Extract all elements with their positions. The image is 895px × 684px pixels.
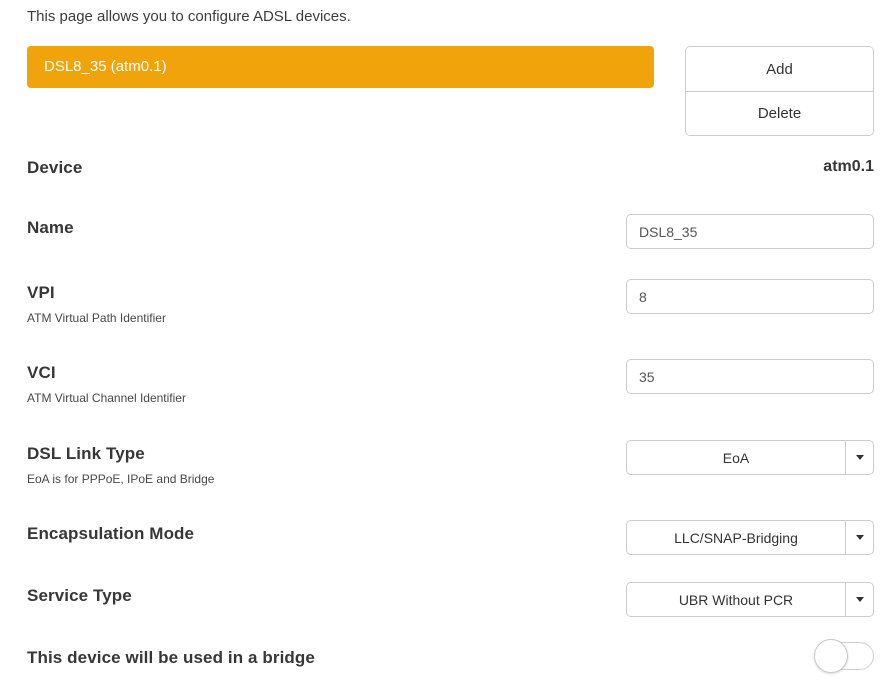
dsl-link-type-selected-value: EoA [627, 441, 845, 474]
device-control-col: atm0.1 [626, 158, 874, 176]
vpi-label-col: VPI ATM Virtual Path Identifier [27, 279, 166, 325]
caret-down-icon[interactable] [845, 441, 873, 474]
vci-help-text: ATM Virtual Channel Identifier [27, 391, 186, 405]
vpi-label: VPI [27, 283, 166, 303]
selected-device-button[interactable]: DSL8_35 (atm0.1) [27, 46, 654, 88]
vpi-control-col [626, 279, 874, 314]
dsl-link-type-help-text: EoA is for PPPoE, IPoE and Bridge [27, 472, 214, 486]
vci-label: VCI [27, 363, 186, 383]
vci-control-col [626, 359, 874, 394]
add-button[interactable]: Add [686, 47, 873, 91]
vci-label-col: VCI ATM Virtual Channel Identifier [27, 359, 186, 405]
adsl-config-page: This page allows you to configure ADSL d… [0, 0, 895, 670]
device-label: Device [27, 158, 82, 178]
dsl-link-type-label-col: DSL Link Type EoA is for PPPoE, IPoE and… [27, 440, 214, 486]
bridge-row: This device will be used in a bridge [27, 644, 874, 670]
caret-down-icon[interactable] [845, 583, 873, 616]
service-type-control-col: UBR Without PCR [626, 582, 874, 617]
vci-input[interactable] [626, 359, 874, 394]
encapsulation-mode-label-col: Encapsulation Mode [27, 520, 194, 544]
name-input[interactable] [626, 214, 874, 249]
name-row: Name [27, 214, 874, 249]
service-type-label: Service Type [27, 586, 132, 606]
device-value: atm0.1 [823, 158, 874, 176]
toggle-knob [814, 639, 848, 673]
vpi-help-text: ATM Virtual Path Identifier [27, 311, 166, 325]
vci-row: VCI ATM Virtual Channel Identifier [27, 359, 874, 405]
name-label-col: Name [27, 214, 74, 238]
delete-button[interactable]: Delete [686, 91, 873, 135]
service-type-label-col: Service Type [27, 582, 132, 606]
name-control-col [626, 214, 874, 249]
encapsulation-mode-row: Encapsulation Mode LLC/SNAP-Bridging [27, 520, 874, 555]
bridge-toggle[interactable] [816, 642, 874, 670]
encapsulation-mode-select[interactable]: LLC/SNAP-Bridging [626, 520, 874, 555]
vpi-input[interactable] [626, 279, 874, 314]
service-type-selected-value: UBR Without PCR [627, 583, 845, 616]
page-description: This page allows you to configure ADSL d… [27, 8, 874, 25]
name-label: Name [27, 218, 74, 238]
dsl-link-type-select[interactable]: EoA [626, 440, 874, 475]
bridge-label-col: This device will be used in a bridge [27, 644, 315, 668]
service-type-row: Service Type UBR Without PCR [27, 582, 874, 617]
caret-down-icon[interactable] [845, 521, 873, 554]
encapsulation-mode-selected-value: LLC/SNAP-Bridging [627, 521, 845, 554]
dsl-link-type-row: DSL Link Type EoA is for PPPoE, IPoE and… [27, 440, 874, 486]
device-label-col: Device [27, 158, 82, 178]
service-type-select[interactable]: UBR Without PCR [626, 582, 874, 617]
bridge-control-col [626, 644, 874, 670]
encapsulation-mode-label: Encapsulation Mode [27, 524, 194, 544]
dsl-link-type-label: DSL Link Type [27, 444, 214, 464]
device-selector-row: DSL8_35 (atm0.1) Add Delete [27, 46, 874, 136]
device-actions-group: Add Delete [685, 46, 874, 136]
encapsulation-mode-control-col: LLC/SNAP-Bridging [626, 520, 874, 555]
vpi-row: VPI ATM Virtual Path Identifier [27, 279, 874, 325]
bridge-label: This device will be used in a bridge [27, 648, 315, 668]
dsl-link-type-control-col: EoA [626, 440, 874, 475]
device-row: Device atm0.1 [27, 158, 874, 178]
